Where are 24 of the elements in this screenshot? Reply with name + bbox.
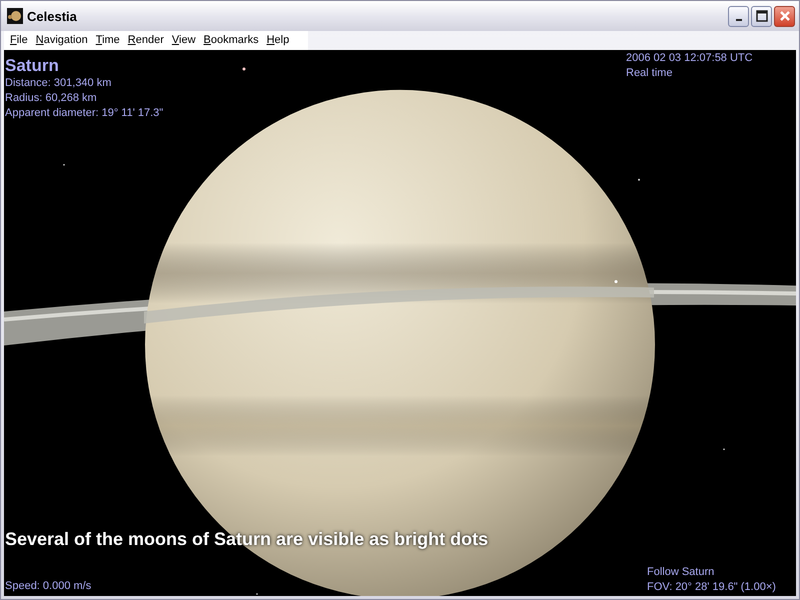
minimize-button[interactable] [728, 6, 749, 26]
menu-item[interactable]: View [168, 32, 200, 49]
menu-item[interactable]: Bookmarks [200, 32, 263, 49]
menu-item[interactable]: Navigation [32, 32, 92, 49]
menu-item[interactable]: Time [92, 32, 124, 49]
menu-item[interactable]: Help [262, 32, 294, 49]
maximize-button[interactable] [751, 6, 772, 26]
menu-item[interactable]: Render [124, 32, 168, 49]
date-time: 2006 02 03 12:07:58 UTC [626, 51, 753, 66]
info-line: Radius: 60,268 km [5, 91, 98, 106]
info-line: Distance: 301,340 km [5, 76, 112, 91]
fov-readout: FOV: 20° 28' 19.6" (1.00×) [647, 580, 776, 595]
maximize-icon [756, 10, 768, 22]
menu-item[interactable]: File [6, 32, 32, 49]
time-mode: Real time [626, 66, 674, 81]
window-title: Celestia [27, 8, 78, 24]
object-name: Saturn [5, 56, 60, 76]
speed-readout: Speed: 0.000 m/s [5, 580, 92, 592]
planet-icon [7, 8, 23, 24]
close-icon [778, 10, 790, 22]
close-button[interactable] [774, 6, 795, 26]
follow-status: Follow Saturn [647, 565, 716, 580]
minimize-icon [736, 19, 742, 21]
info-line: Apparent diameter: 19° 11' 17.3" [5, 106, 164, 121]
